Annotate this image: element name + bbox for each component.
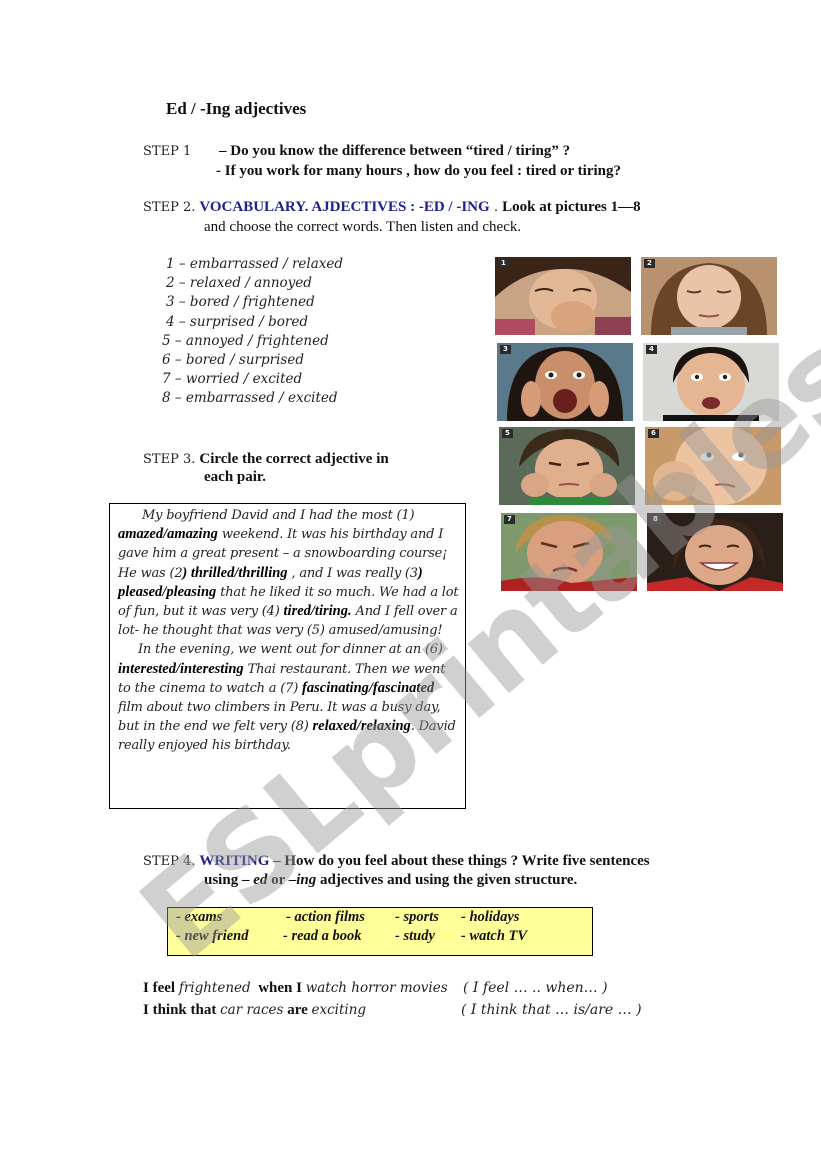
instruction-ing: ing <box>296 872 317 888</box>
adjective-choice-7[interactable]: fascinating/fascinated <box>302 680 434 696</box>
topic-item: - holidays <box>461 909 520 925</box>
step2-instruction-1: Look at pictures 1—8 <box>502 199 641 215</box>
step3-label: STEP 3. <box>143 452 196 467</box>
story-text: , and I was really (3 <box>287 565 418 581</box>
topic-item: - study <box>395 928 435 944</box>
example-text: I feel <box>143 980 179 996</box>
vocab-item: 4 – surprised / bored <box>166 313 308 330</box>
photo-number: 5 <box>502 429 513 438</box>
step1-section: STEP 1 – Do you know the difference betw… <box>143 141 703 179</box>
adjective-choice-1[interactable]: amazed/amazing <box>118 526 218 542</box>
step1-question-2: - If you work for many hours , how do yo… <box>216 163 621 179</box>
adjective-choice-8[interactable]: relaxed/relaxing <box>313 718 411 734</box>
adjective-choice-6[interactable]: interested/interesting <box>118 661 244 677</box>
faces-photo-grid: 1 2 3 4 5 6 7 8 <box>493 257 783 597</box>
face-annoyed-image <box>499 427 635 505</box>
step3-instruction-1: Circle the correct adjective in <box>199 451 389 467</box>
photo-number: 6 <box>648 429 659 438</box>
face-excited-image <box>647 513 783 591</box>
vocab-item: 3 – bored / frightened <box>166 294 315 311</box>
topic-item: - sports <box>395 909 439 925</box>
topics-box: - exams - action films - sports - holida… <box>167 907 593 956</box>
photo-number: 3 <box>500 345 511 354</box>
topic-item: - new friend <box>176 928 249 944</box>
photo-number: 2 <box>644 259 655 268</box>
photo-3: 3 <box>497 343 633 421</box>
photo-1: 1 <box>495 257 631 335</box>
photo-7: 7 <box>501 513 637 591</box>
photo-5: 5 <box>499 427 635 505</box>
photo-number: 1 <box>498 259 509 268</box>
face-worried-image <box>501 513 637 591</box>
topic-item: - action films <box>286 909 365 925</box>
vocab-item: 8 – embarrassed / excited <box>162 390 338 407</box>
step2-section: STEP 2. VOCABULARY. AJDECTIVES : -ED / -… <box>143 197 723 237</box>
vocab-item: 6 – bored / surprised <box>162 352 304 369</box>
step4-section: STEP 4. WRITING – How do you feel about … <box>143 851 743 890</box>
photo-6: 6 <box>645 427 781 505</box>
instruction-text: using – <box>204 872 254 888</box>
story-paragraph-2: In the evening, we went out for dinner a… <box>118 640 459 755</box>
step3-instruction-2: each pair. <box>204 469 266 485</box>
face-embarrassed-image <box>495 257 631 335</box>
instruction-text: adjectives and using the given structure… <box>316 872 578 888</box>
vocab-item: 7 – worried / excited <box>162 371 303 388</box>
example-adjective: frightened <box>178 980 251 996</box>
step2-heading: VOCABULARY. AJDECTIVES : -ED / -ING <box>199 199 490 215</box>
example-text: are <box>283 1002 312 1018</box>
face-relaxed-image <box>641 257 777 335</box>
story-text-box: My boyfriend David and I had the most (1… <box>109 503 466 809</box>
instruction-text: or – <box>267 872 297 888</box>
vocabulary-list: 1 – embarrassed / relaxed 2 – relaxed / … <box>158 255 343 409</box>
example-sentence-2: I think that car races are exciting ( I … <box>143 999 703 1021</box>
topic-item: - read a book <box>283 928 362 944</box>
instruction-ed: ed <box>253 872 268 888</box>
face-bored-image <box>645 427 781 505</box>
step2-instruction-2: and choose the correct words. Then liste… <box>204 219 522 235</box>
photo-number: 7 <box>504 515 515 524</box>
example-sentence-1: I feel frightened when I watch horror mo… <box>143 977 703 999</box>
step3-section: STEP 3. Circle the correct adjective in … <box>143 449 443 487</box>
worksheet-title: Ed / -Ing adjectives <box>166 99 307 118</box>
structure-hint: ( I think that … is/are … ) <box>461 1002 642 1018</box>
structure-hint: ( I feel … .. when… ) <box>463 980 608 996</box>
photo-4: 4 <box>643 343 779 421</box>
example-text: when I <box>250 980 306 996</box>
adjective-choice-4[interactable]: tired/tiring. <box>284 603 352 619</box>
face-frightened-image <box>497 343 633 421</box>
story-paragraph-1: My boyfriend David and I had the most (1… <box>118 506 459 640</box>
photo-2: 2 <box>641 257 777 335</box>
story-text: In the evening, we went out for dinner a… <box>138 642 443 658</box>
vocab-item: 2 – relaxed / annoyed <box>166 275 312 292</box>
step2-separator: . <box>489 200 503 215</box>
step4-label: STEP 4. <box>143 854 196 869</box>
photo-number: 8 <box>650 515 661 524</box>
example-subject: car races <box>220 1002 284 1018</box>
step4-heading: WRITING – <box>199 853 281 869</box>
example-activity: watch horror movies <box>305 980 448 996</box>
step2-label: STEP 2. <box>143 200 196 215</box>
example-adjective: exciting <box>311 1002 367 1018</box>
topic-item: - watch TV <box>461 928 528 944</box>
face-surprised-image <box>643 343 779 421</box>
vocab-item: 1 – embarrassed / relaxed <box>166 256 344 272</box>
topic-item: - exams <box>176 909 223 925</box>
vocab-item: 5 – annoyed / frightened <box>162 332 329 349</box>
photo-8: 8 <box>647 513 783 591</box>
step4-instruction-2: using – ed or –ing adjectives and using … <box>143 870 743 890</box>
example-sentences: I feel frightened when I watch horror mo… <box>143 977 703 1021</box>
adjective-choice-2[interactable]: ) thrilled/thrilling <box>182 565 287 581</box>
photo-number: 4 <box>646 345 657 354</box>
step4-instruction-1: How do you feel about these things ? Wri… <box>280 853 650 869</box>
story-text: My boyfriend David and I had the most (1… <box>142 508 415 523</box>
example-text: I think that <box>143 1002 221 1018</box>
